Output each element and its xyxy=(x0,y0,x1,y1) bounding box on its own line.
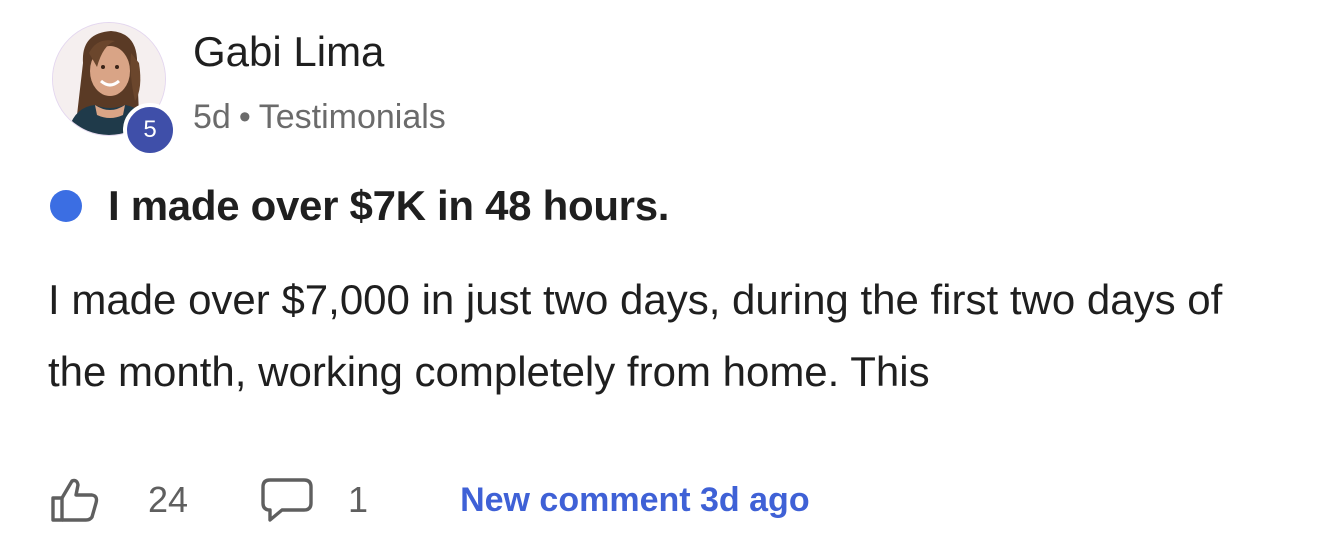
post-card: 5 Gabi Lima 5d • Testimonials I made over … xyxy=(0,0,1320,552)
category-link[interactable]: Testimonials xyxy=(259,98,446,136)
unread-indicator-icon xyxy=(50,190,82,222)
meta-separator: • xyxy=(238,98,251,136)
level-badge: 5 xyxy=(123,103,177,157)
post-title: I made over $7K in 48 hours. xyxy=(108,182,670,229)
post-age: 5d xyxy=(193,98,231,136)
thumbs-up-icon xyxy=(50,477,100,523)
new-comment-link[interactable]: New comment 3d ago xyxy=(460,481,810,520)
author-name[interactable]: Gabi Lima xyxy=(193,28,384,76)
author-avatar[interactable]: 5 xyxy=(52,22,177,157)
post-actions: 24 1 New comment 3d ago xyxy=(50,474,810,526)
like-count: 24 xyxy=(148,479,189,520)
like-button[interactable]: 24 xyxy=(50,477,188,523)
comment-button[interactable]: 1 xyxy=(260,477,368,523)
post-meta: 5d • Testimonials xyxy=(193,96,446,138)
post-body[interactable]: I made over $7,000 in just two days, dur… xyxy=(48,264,1278,408)
post-title-row[interactable]: I made over $7K in 48 hours. xyxy=(50,178,669,234)
comment-count: 1 xyxy=(348,479,369,520)
comment-bubble-icon xyxy=(260,477,314,523)
